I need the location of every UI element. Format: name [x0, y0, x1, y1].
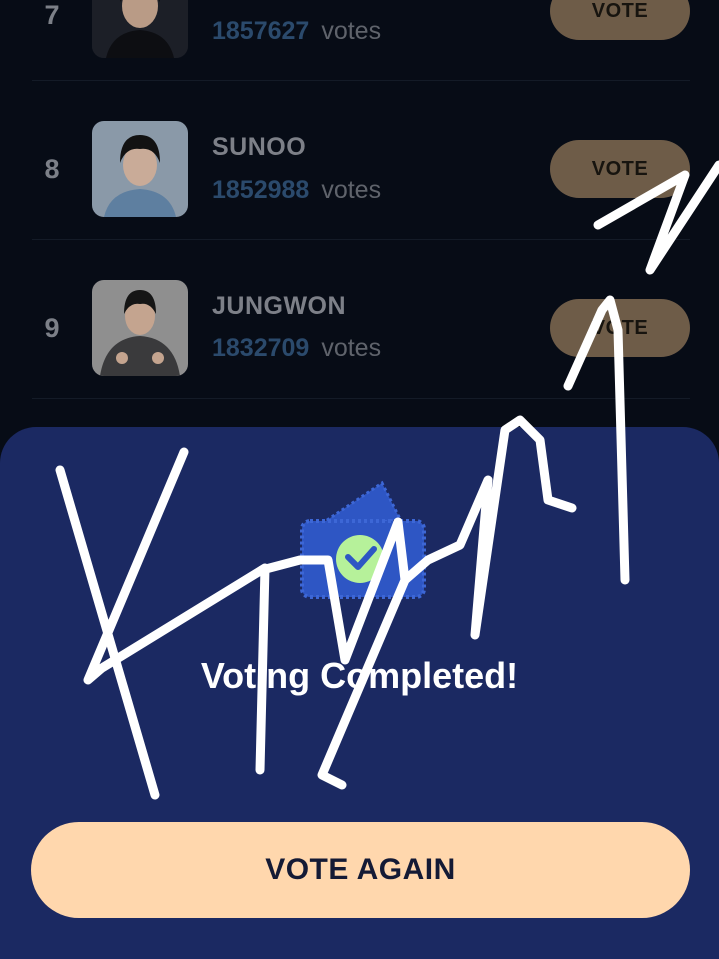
vote-count: 1857627 votes [212, 17, 381, 46]
ticket-check-icon [290, 477, 430, 602]
rank-number: 7 [44, 0, 60, 30]
avatar [92, 280, 188, 376]
vote-count-value: 1857627 [212, 17, 310, 45]
vote-count-unit: votes [321, 176, 382, 204]
vote-complete-sheet: Voting Completed! VOTE AGAIN [0, 427, 719, 959]
vote-count-unit: votes [321, 334, 382, 362]
rank-number: 9 [44, 313, 60, 343]
ranking-row: 7 1857627 votes VOTE [32, 0, 690, 81]
vote-button[interactable]: VOTE [550, 299, 690, 357]
vote-button[interactable]: VOTE [550, 140, 690, 198]
vote-count: 1832709 votes [212, 334, 381, 363]
vote-count: 1852988 votes [212, 176, 381, 205]
vote-count-value: 1832709 [212, 334, 310, 362]
voting-completed-title: Voting Completed! [200, 655, 519, 696]
ranking-row: 9 JUNGWON 1832709 votes VOTE [32, 240, 690, 399]
avatar [92, 0, 188, 58]
rank-number: 8 [44, 154, 60, 184]
member-name: SUNOO [212, 133, 307, 161]
vote-button[interactable]: VOTE [550, 0, 690, 40]
ranking-row: 8 SUNOO 1852988 votes VOTE [32, 81, 690, 240]
vote-count-value: 1852988 [212, 176, 310, 204]
vote-count-unit: votes [321, 17, 382, 45]
vote-again-button[interactable]: VOTE AGAIN [31, 822, 690, 918]
member-name: JUNGWON [212, 292, 347, 320]
avatar [92, 121, 188, 217]
